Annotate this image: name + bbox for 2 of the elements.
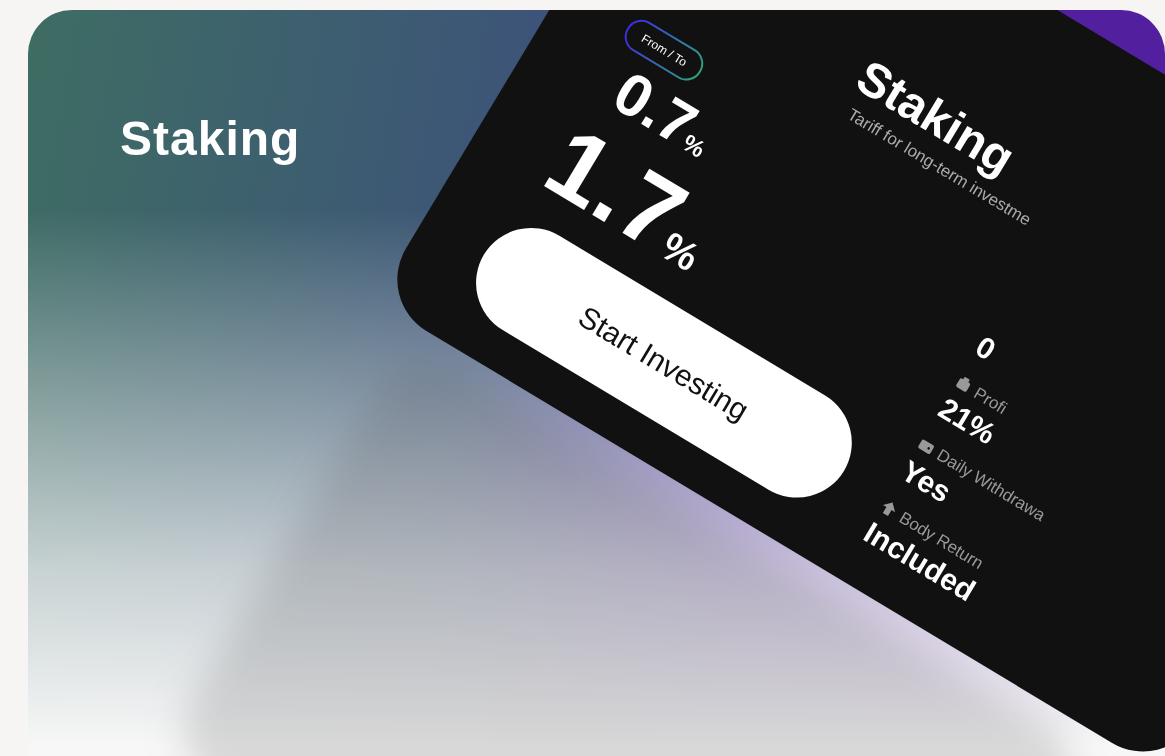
page-title: Staking bbox=[120, 115, 301, 163]
stat-value: 0 bbox=[970, 329, 1003, 368]
